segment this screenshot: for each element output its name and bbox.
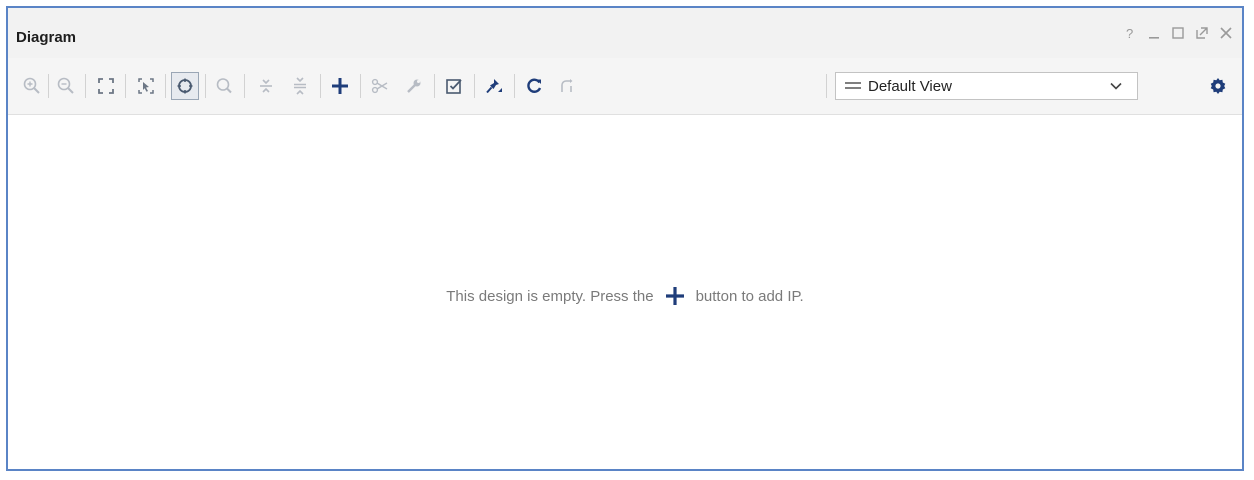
- validate-design-icon[interactable]: [440, 72, 468, 100]
- minimize-icon[interactable]: [1146, 24, 1162, 42]
- zoom-fit-icon[interactable]: [92, 72, 120, 100]
- toolbar: Default View: [8, 58, 1242, 115]
- cut-icon[interactable]: [366, 72, 394, 100]
- diagram-window: Diagram ? Default View This design is em…: [6, 6, 1244, 471]
- view-select-value: Default View: [868, 77, 952, 95]
- float-icon[interactable]: [1194, 24, 1210, 42]
- zoom-in-icon[interactable]: [18, 72, 46, 100]
- window-controls: ?: [1122, 24, 1234, 42]
- chevron-down-icon: [1109, 81, 1123, 91]
- customize-icon[interactable]: [400, 72, 428, 100]
- zoom-out-icon[interactable]: [52, 72, 80, 100]
- view-list-icon: [844, 80, 862, 92]
- svg-text:?: ?: [1126, 26, 1133, 40]
- empty-message-suffix: button to add IP.: [695, 287, 804, 305]
- selection-mode-icon[interactable]: [171, 72, 199, 100]
- add-ip-icon[interactable]: [326, 72, 354, 100]
- expand-all-icon[interactable]: [252, 72, 280, 100]
- optimize-routing-icon[interactable]: [554, 72, 582, 100]
- add-ip-inline-icon[interactable]: [664, 285, 686, 307]
- settings-icon[interactable]: [1204, 72, 1232, 100]
- diagram-canvas[interactable]: This design is empty. Press the button t…: [8, 115, 1242, 469]
- collapse-all-icon[interactable]: [286, 72, 314, 100]
- empty-message-prefix: This design is empty. Press the: [446, 287, 654, 305]
- maximize-icon[interactable]: [1170, 24, 1186, 42]
- title-bar: Diagram ?: [8, 8, 1242, 59]
- window-title: Diagram: [16, 29, 77, 46]
- empty-design-message: This design is empty. Press the button t…: [8, 285, 1242, 307]
- pin-icon[interactable]: [480, 72, 508, 100]
- zoom-area-icon[interactable]: [132, 72, 160, 100]
- search-icon[interactable]: [210, 72, 238, 100]
- help-icon[interactable]: ?: [1122, 24, 1138, 42]
- regenerate-layout-icon[interactable]: [520, 72, 548, 100]
- close-icon[interactable]: [1218, 24, 1234, 42]
- view-select[interactable]: Default View: [835, 72, 1138, 100]
